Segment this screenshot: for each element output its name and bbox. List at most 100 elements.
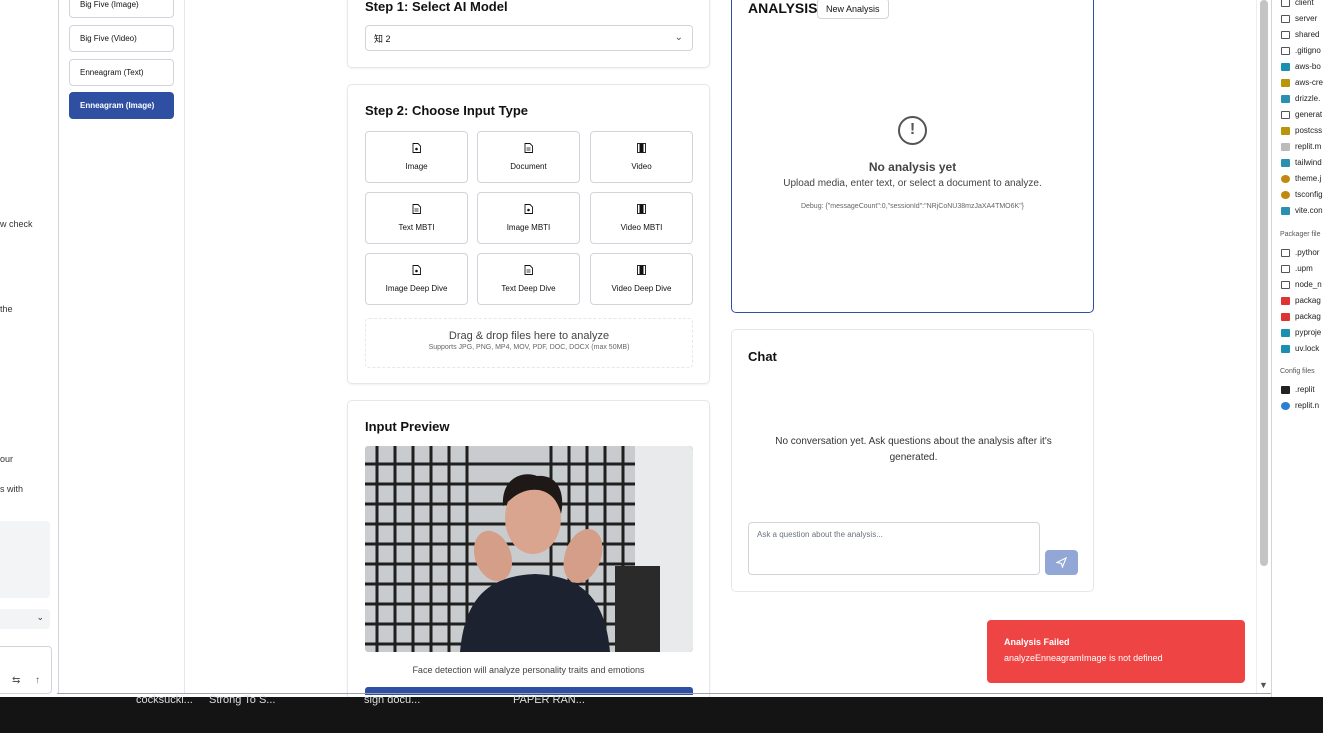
taskbar-item[interactable]: sign docu... [364,694,420,706]
input-type-tile-video-mbti[interactable]: Video MBTI [590,192,693,244]
file-tree-item[interactable]: replit.n [1281,401,1319,410]
file-tree-item[interactable]: replit.m [1281,142,1321,151]
file-tree-label: packag [1295,312,1321,321]
alert-circle-icon: ! [898,116,927,145]
taskbar-item[interactable]: Strong To S... [209,694,275,706]
file-tree-item[interactable]: pyproje [1281,328,1321,337]
step2-title: Step 2: Choose Input Type [365,103,528,118]
arrow-up-icon[interactable]: ↑ [35,675,40,686]
input-type-tile-video[interactable]: Video [590,131,693,183]
file-tree-item[interactable]: server [1281,14,1317,23]
sidebar-item-big-five-video[interactable]: Big Five (Video) [69,25,174,52]
file-tree-item[interactable]: .upm [1281,264,1313,273]
gear-icon [1281,401,1290,410]
tile-label: Video MBTI [620,223,663,232]
input-type-tile-text-mbti[interactable]: Text MBTI [365,192,468,244]
taskbar-item[interactable]: PAPER RAN... [513,694,585,706]
python-icon [1281,328,1290,337]
file-tree-item[interactable]: postcss [1281,126,1322,135]
file-tree-label: postcss [1295,126,1323,135]
image-file-icon [524,204,533,214]
file-tree-label: uv.lock [1295,344,1320,353]
input-type-tile-document[interactable]: Document [477,131,580,183]
file-tree-item[interactable]: node_n [1281,280,1322,289]
preview-title: Input Preview [365,419,450,434]
sliders-icon[interactable]: ⇆ [12,675,20,686]
error-toast[interactable]: Analysis Failed analyzeEnneagramImage is… [987,620,1245,683]
file-tree-label: .pythor [1295,248,1320,257]
file-dropzone[interactable]: Drag & drop files here to analyze Suppor… [365,318,693,368]
file-tree-item[interactable]: packag [1281,296,1321,305]
ts-icon [1281,206,1290,215]
json-icon [1281,174,1290,183]
file-tree-label: theme.j [1295,174,1322,183]
folder-icon [1281,30,1290,39]
taskbar-item[interactable]: cocksucki... [136,694,193,706]
file-tree-label: .gitigno [1295,46,1321,55]
sidebar-item-enneagram-text[interactable]: Enneagram (Text) [69,59,174,86]
image-file-icon [412,265,421,275]
input-type-tile-video-deep-dive[interactable]: Video Deep Dive [590,253,693,305]
file-tree-item[interactable]: .replit [1281,385,1315,394]
file-tree-label: client [1295,0,1314,7]
md-icon [1281,142,1290,151]
file-tree-label: vite.con [1295,206,1323,215]
python-icon [1281,62,1290,71]
model-select[interactable]: 知 2 ⌄ [365,25,693,51]
left-input-box[interactable]: ⇆ ↑ [0,646,52,694]
file-tree-item[interactable]: .pythor [1281,248,1319,257]
tile-label: Video [631,162,652,171]
tile-label: Video Deep Dive [611,284,672,293]
file-icon [1281,46,1290,55]
analysis-debug-text: Debug: {"messageCount":0,"sessionId":"NR… [800,203,1025,210]
file-tree-label: drizzle. [1295,94,1321,103]
taskbar: cocksucki... Strong To S... sign docu...… [0,694,1323,733]
file-tree-item[interactable]: client [1281,0,1314,7]
scrollbar-thumb[interactable] [1260,0,1268,566]
scroll-down-icon[interactable]: ▼ [1259,680,1268,690]
document-icon [524,143,533,153]
input-preview-card: Input Preview Face detection will analyz… [347,400,710,700]
new-analysis-button[interactable]: New Analysis [817,0,889,19]
json-icon [1281,190,1290,199]
person-photo [365,446,693,652]
file-tree-item[interactable]: .gitigno [1281,46,1321,55]
file-tree-item[interactable]: drizzle. [1281,94,1320,103]
file-tree-item[interactable]: tailwind [1281,158,1322,167]
file-tree-label: aws-cre [1295,78,1323,87]
input-type-tile-image-deep-dive[interactable]: Image Deep Dive [365,253,468,305]
tile-label: Document [510,162,547,171]
preview-image [365,446,693,652]
main-scrollbar[interactable]: ▼ [1256,0,1270,693]
send-button[interactable] [1045,550,1078,575]
file-tree: client server shared .gitigno aws-bo aws-cre d… [1271,0,1323,697]
left-text-fragment: the [0,304,13,314]
step1-card: Step 1: Select AI Model 知 2 ⌄ [347,0,710,68]
analysis-empty-subtitle: Upload media, enter text, or select a do… [783,178,1042,189]
sidebar-item-big-five-image[interactable]: Big Five (Image) [69,0,174,18]
file-tree-item[interactable]: aws-bo [1281,62,1321,71]
document-icon [412,204,421,214]
file-tree-item[interactable]: theme.j [1281,174,1321,183]
file-tree-item[interactable]: shared [1281,30,1319,39]
input-type-tile-text-deep-dive[interactable]: Text Deep Dive [477,253,580,305]
file-tree-label: generat [1295,110,1323,119]
model-select-value: 知 2 [374,33,391,44]
input-type-tile-image-mbti[interactable]: Image MBTI [477,192,580,244]
file-tree-item[interactable]: generat [1281,110,1322,119]
file-tree-label: replit.n [1295,401,1320,410]
film-icon [637,265,646,275]
chat-input[interactable]: Ask a question about the analysis... [748,522,1040,575]
input-type-tile-image[interactable]: Image [365,131,468,183]
dropzone-subtitle: Supports JPG, PNG, MP4, MOV, PDF, DOC, D… [428,344,630,351]
analysis-title: ANALYSIS [748,0,818,16]
file-tree-item[interactable]: aws-cre [1281,78,1323,87]
file-tree-item[interactable]: uv.lock [1281,344,1319,353]
file-tree-item[interactable]: vite.con [1281,206,1323,215]
tile-label: Image [405,162,428,171]
left-select[interactable]: ⌄ [0,609,50,629]
file-tree-section-header: Packager file [1280,231,1321,238]
file-tree-item[interactable]: tsconfig [1281,190,1323,199]
sidebar-item-enneagram-image[interactable]: Enneagram (Image) [69,92,174,119]
file-tree-item[interactable]: packag [1281,312,1321,321]
